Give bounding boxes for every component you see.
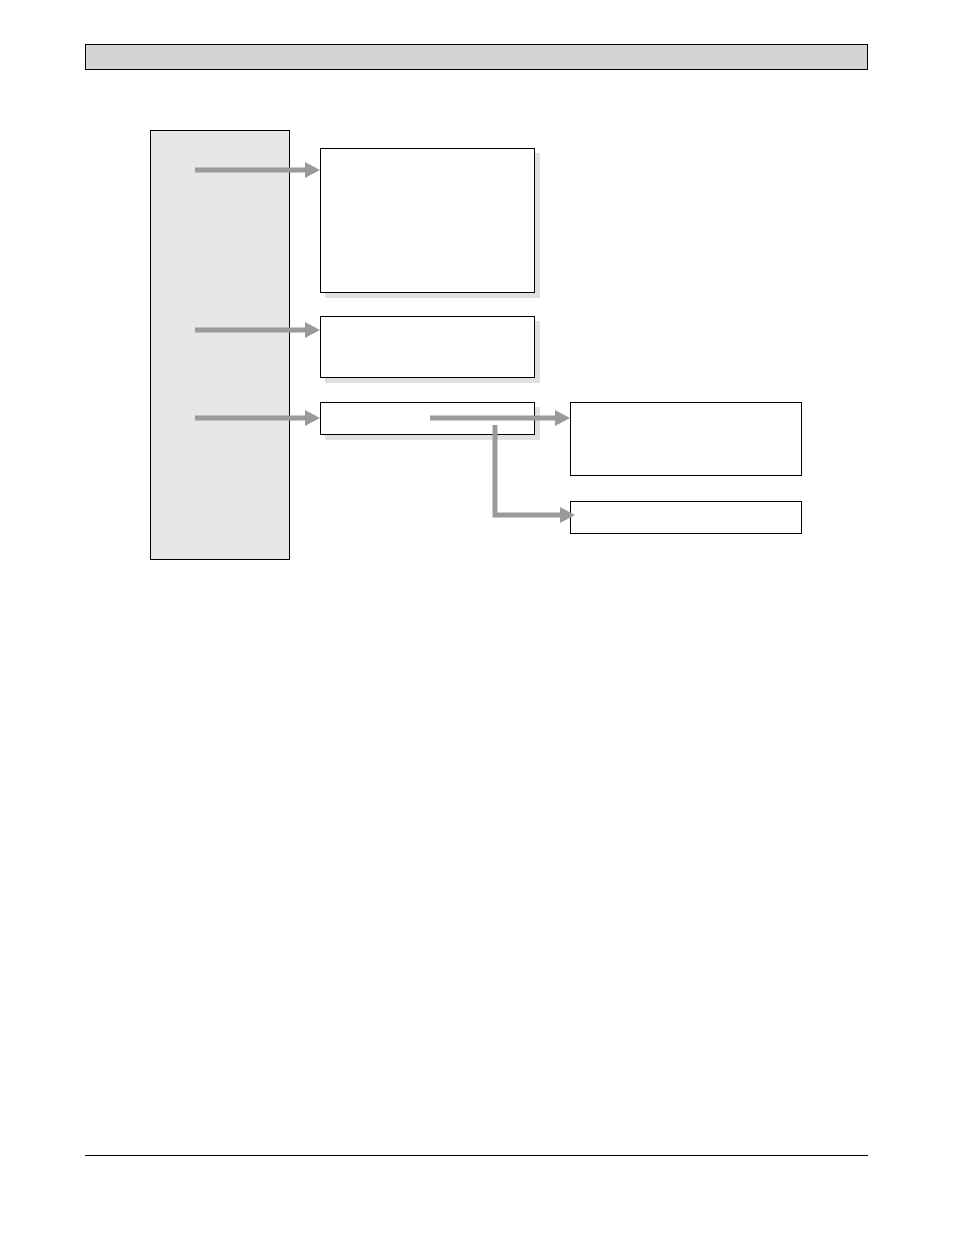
sidebar-column <box>150 130 290 560</box>
footer-rule <box>85 1155 868 1156</box>
arrow-sidebar-to-box3 <box>195 408 325 428</box>
arrow-sidebar-to-box2 <box>195 320 325 340</box>
diagram-page <box>0 0 954 1235</box>
arrow-sidebar-to-box1 <box>195 160 325 180</box>
box-2 <box>320 316 535 378</box>
box-4 <box>570 402 802 476</box>
box-1 <box>320 148 535 293</box>
header-bar <box>85 44 868 70</box>
box-5 <box>570 501 802 534</box>
arrow-box3-to-box5 <box>490 420 580 525</box>
